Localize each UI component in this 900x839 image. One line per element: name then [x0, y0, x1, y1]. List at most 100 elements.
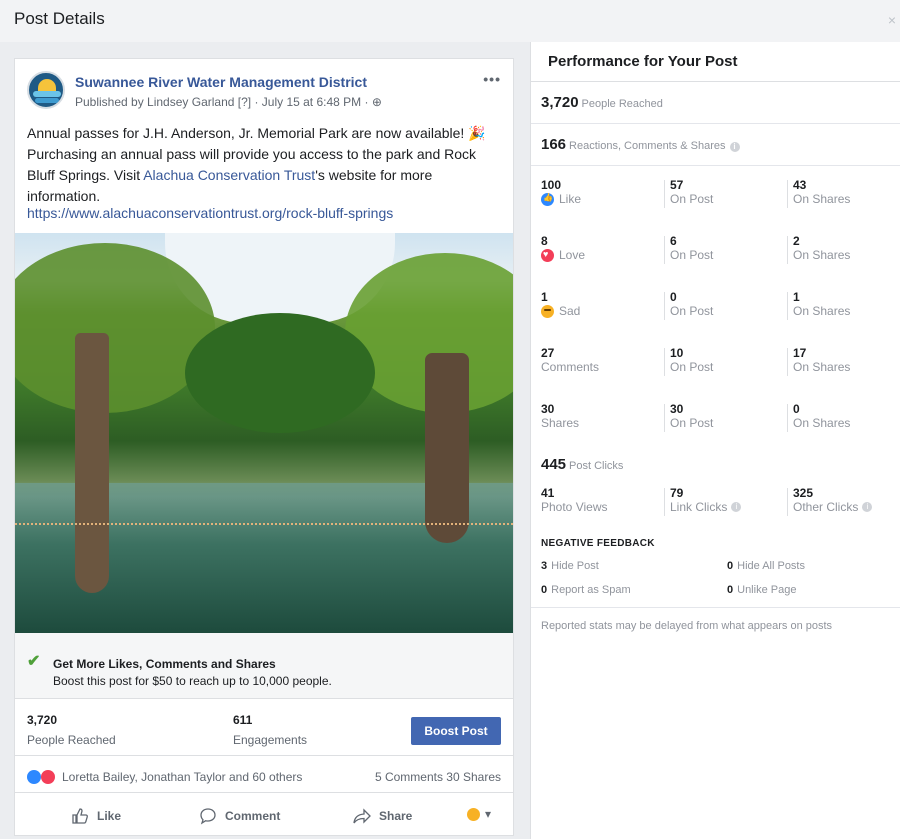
other-clicks-label: Other Clicks	[793, 500, 859, 514]
more-options-icon[interactable]: •••	[483, 71, 501, 87]
comment-button[interactable]: Comment	[199, 807, 280, 825]
dialog-header: Post Details ×	[0, 0, 900, 42]
photo-views-label: Photo Views	[541, 500, 608, 514]
divider	[787, 236, 788, 264]
on-post-label: On Post	[670, 192, 714, 206]
post-url-link[interactable]: https://www.alachuaconservationtrust.org…	[27, 205, 393, 221]
logo-sun-icon	[38, 79, 56, 91]
on-post-label: On Post	[670, 248, 714, 262]
love-row-label: Love	[559, 248, 586, 262]
photo-tree-canopy	[185, 313, 375, 433]
engagements-value: 611	[233, 713, 253, 727]
divider	[531, 607, 900, 608]
sad-reaction-icon	[541, 304, 554, 318]
post-actions: Like Comment Share ▾	[15, 799, 513, 833]
like-row-label: Like	[559, 192, 582, 206]
link-clicks-label: Link Clicks	[670, 500, 728, 514]
share-icon	[353, 808, 371, 824]
post-stats: 3,720 People Reached 611 Engagements Boo…	[15, 700, 513, 756]
photo-tree-trunk	[425, 353, 469, 543]
spam-value: 0	[541, 584, 548, 596]
on-shares-label: On Shares	[793, 360, 851, 374]
comment-icon	[200, 808, 216, 825]
reaction-selector[interactable]: ▾	[467, 807, 492, 822]
love-reaction-icon	[541, 248, 554, 262]
love-on-post: 6	[670, 234, 677, 248]
rcs-section: 166 Reactions, Comments & Shares i	[531, 124, 900, 166]
shares-total: 30	[541, 402, 555, 416]
shares-on-shares: 0	[793, 402, 800, 416]
sad-on-post: 0	[670, 290, 677, 304]
post-text-link[interactable]: Alachua Conservation Trust	[143, 167, 315, 183]
sad-total: 1	[541, 290, 548, 304]
rcs-count: 166	[541, 136, 567, 153]
comment-label: Comment	[225, 809, 281, 823]
photo-views-value: 41	[541, 486, 555, 500]
hide-post-value: 3	[541, 560, 548, 572]
post-clicks-count: 445	[541, 456, 567, 473]
comments-on-shares: 17	[793, 346, 807, 360]
share-button[interactable]: Share	[353, 807, 412, 825]
post-photo[interactable]	[15, 233, 513, 633]
sad-row-label: Sad	[559, 304, 581, 318]
comment-share-counts[interactable]: 5 Comments 30 Shares	[375, 770, 501, 784]
photo-rope	[15, 523, 513, 525]
sad-on-shares: 1	[793, 290, 800, 304]
on-post-label: On Post	[670, 360, 714, 374]
love-on-shares: 2	[793, 234, 800, 248]
like-on-shares: 43	[793, 178, 807, 192]
spam-label: Report as Spam	[551, 584, 631, 596]
hide-all-label: Hide All Posts	[737, 560, 805, 572]
logo-wave-icon	[33, 91, 61, 97]
close-icon[interactable]: ×	[888, 12, 896, 28]
post-card: Suwannee River Water Management District…	[14, 58, 514, 836]
performance-panel: Performance for Your Post 3,720 People Re…	[530, 42, 900, 839]
rcs-caption: Reactions, Comments & Shares	[569, 140, 726, 152]
stats-delay-note: Reported stats may be delayed from what …	[541, 620, 833, 632]
divider	[787, 348, 788, 376]
people-reached-value: 3,720	[27, 713, 58, 727]
post-clicks-caption: Post Clicks	[569, 460, 624, 472]
reactor-names[interactable]: Loretta Bailey, Jonathan Taylor and 60 o…	[62, 770, 302, 784]
people-reached-count: 3,720	[541, 94, 579, 111]
post-text: Annual passes for J.H. Anderson, Jr. Mem…	[27, 123, 503, 207]
on-shares-label: On Shares	[793, 192, 851, 206]
people-reached-label: People Reached	[27, 733, 116, 747]
other-clicks-value: 325	[793, 486, 814, 500]
love-total: 8	[541, 234, 548, 248]
info-icon[interactable]: i	[729, 142, 740, 152]
people-reached-caption: People Reached	[581, 98, 663, 110]
unlike-stat: 0 Unlike Page	[727, 584, 796, 596]
love-reaction-icon	[41, 770, 55, 784]
promo-heading: Get More Likes, Comments and Shares	[53, 657, 276, 671]
engagements-label: Engagements	[233, 733, 308, 747]
boost-post-button[interactable]: Boost Post	[411, 717, 501, 745]
like-button[interactable]: Like	[71, 807, 121, 825]
promo-subtext: Boost this post for $50 to reach up to 1…	[53, 674, 332, 688]
like-total: 100	[541, 178, 562, 192]
reactions-summary[interactable]: Loretta Bailey, Jonathan Taylor and 60 o…	[15, 759, 513, 793]
info-icon[interactable]: i	[862, 502, 873, 512]
hide-all-value: 0	[727, 560, 734, 572]
hide-all-stat: 0 Hide All Posts	[727, 560, 805, 572]
info-icon[interactable]: i	[731, 502, 742, 512]
divider	[787, 180, 788, 208]
hide-post-label: Hide Post	[551, 560, 599, 572]
divider	[787, 292, 788, 320]
page-name-link[interactable]: Suwannee River Water Management District	[75, 74, 367, 90]
like-reaction-icon	[27, 770, 41, 784]
negative-feedback-title: NEGATIVE FEEDBACK	[541, 538, 655, 549]
divider	[787, 404, 788, 432]
shares-row-label: Shares	[541, 416, 580, 430]
on-shares-label: On Shares	[793, 248, 851, 262]
on-shares-label: On Shares	[793, 304, 851, 318]
dialog-title: Post Details	[14, 9, 105, 28]
on-post-label: On Post	[670, 416, 714, 430]
emoji-face-icon	[467, 808, 480, 822]
chevron-down-icon: ▾	[485, 807, 492, 821]
like-icon	[72, 808, 88, 824]
comments-row-label: Comments	[541, 360, 600, 374]
divider	[664, 180, 665, 208]
logo-wave-icon	[35, 98, 59, 103]
page-avatar[interactable]	[27, 71, 65, 109]
